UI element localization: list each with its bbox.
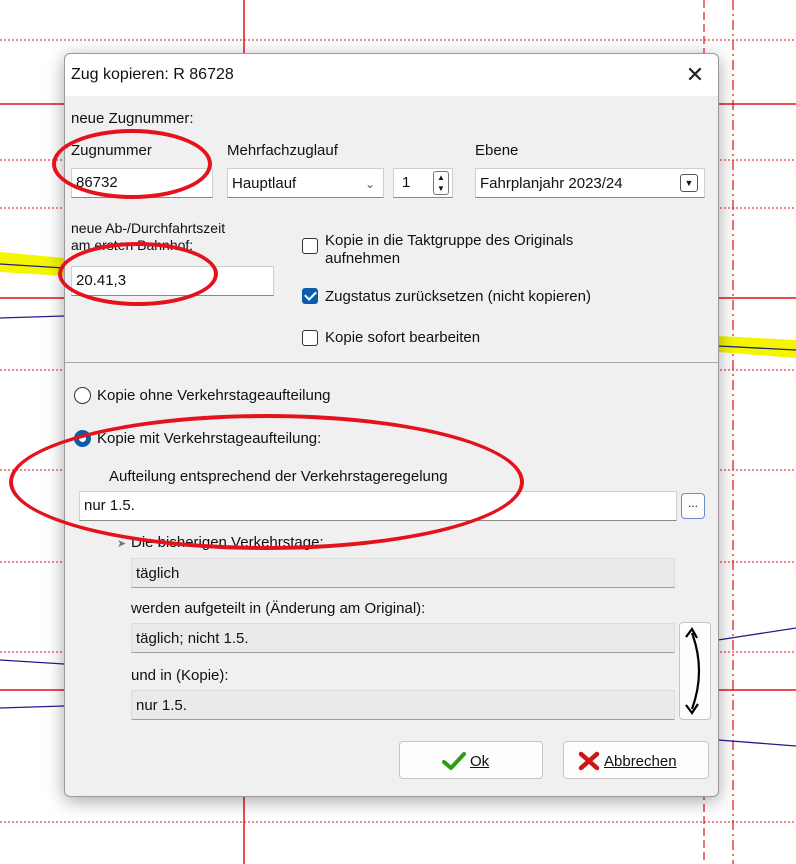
ok-label: Ok (470, 753, 490, 770)
kopie-label: und in (Kopie): (131, 667, 229, 684)
taktgruppe-label-line1: Kopie in die Taktgruppe des Originals (325, 232, 574, 249)
time-label: neue Ab-/Durchfahrtszeit am ersten Bahnh… (71, 220, 225, 254)
copy-train-dialog: Zug kopieren: R 86728 ✕ neue Zugnummer: … (64, 53, 719, 797)
cancel-button[interactable]: Abbrechen (563, 741, 709, 779)
section-divider (65, 362, 718, 363)
curved-double-arrow-icon (685, 626, 701, 715)
aufgeteilt-value-field: täglich; nicht 1.5. (131, 623, 675, 653)
taktgruppe-label: Kopie in die Taktgruppe des Originals au… (325, 232, 573, 268)
sofort-bearbeiten-checkbox[interactable] (302, 330, 318, 346)
mehrfachzuglauf-select[interactable]: Hauptlauf ⌄ (227, 168, 384, 198)
ebene-label: Ebene (475, 142, 519, 159)
dialog-titlebar: Zug kopieren: R 86728 ✕ (65, 54, 718, 96)
cancel-label: Abbrechen (604, 753, 677, 770)
bisher-value-field: täglich (131, 558, 675, 588)
radio-ohne-label: Kopie ohne Verkehrstageaufteilung (97, 387, 331, 404)
aufteilung-input[interactable]: nur 1.5. (79, 491, 677, 521)
red-x-icon (578, 751, 600, 771)
radio-mit-aufteilung[interactable] (74, 430, 91, 447)
close-icon[interactable]: ✕ (680, 60, 710, 90)
chevron-down-icon: ⌄ (364, 177, 375, 191)
ebene-select[interactable]: Fahrplanjahr 2023/24 ▼ (475, 168, 705, 198)
browse-button[interactable]: ... (681, 493, 705, 519)
bisher-label: Die bisherigen Verkehrstage: (131, 534, 324, 551)
section-new-number-label: neue Zugnummer: (71, 110, 194, 127)
dialog-title: Zug kopieren: R 86728 (71, 66, 234, 83)
ebene-value: Fahrplanjahr 2023/24 (480, 175, 623, 192)
zugstatus-label: Zugstatus zurücksetzen (nicht kopieren) (325, 288, 591, 305)
mehrfachzuglauf-value: Hauptlauf (232, 175, 297, 192)
departure-time-input[interactable]: 20.41,3 (71, 266, 274, 296)
mehrfachzuglauf-label: Mehrfachzuglauf (227, 142, 338, 159)
ok-button[interactable]: Ok (399, 741, 543, 779)
spin-arrows-icon[interactable]: ▲ ▼ (433, 171, 449, 195)
aufgeteilt-label: werden aufgeteilt in (Änderung am Origin… (131, 600, 426, 617)
zugstatus-checkbox[interactable] (302, 288, 318, 304)
zugnummer-label: Zugnummer (71, 142, 152, 159)
aufteilung-label: Aufteilung entsprechend der Verkehrstage… (109, 468, 448, 485)
sofort-bearbeiten-label: Kopie sofort bearbeiten (325, 329, 481, 346)
time-label-line1: neue Ab-/Durchfahrtszeit (71, 220, 226, 236)
zugnummer-input[interactable]: 86732 (71, 168, 213, 198)
mehrfach-count-value: 1 (402, 174, 411, 191)
arrow-right-icon: ➤ (117, 538, 127, 550)
taktgruppe-checkbox[interactable] (302, 238, 318, 254)
swap-button[interactable] (679, 622, 711, 720)
time-label-line2: am ersten Bahnhof: (71, 237, 194, 253)
dropdown-arrow-icon[interactable]: ▼ (680, 174, 698, 192)
taktgruppe-label-line2: aufnehmen (325, 250, 401, 267)
radio-mit-label: Kopie mit Verkehrstageaufteilung: (97, 430, 322, 447)
kopie-value-field: nur 1.5. (131, 690, 675, 720)
mehrfach-count-stepper[interactable]: 1 ▲ ▼ (393, 168, 453, 198)
green-check-icon (442, 752, 466, 770)
radio-ohne-aufteilung[interactable] (74, 387, 91, 404)
